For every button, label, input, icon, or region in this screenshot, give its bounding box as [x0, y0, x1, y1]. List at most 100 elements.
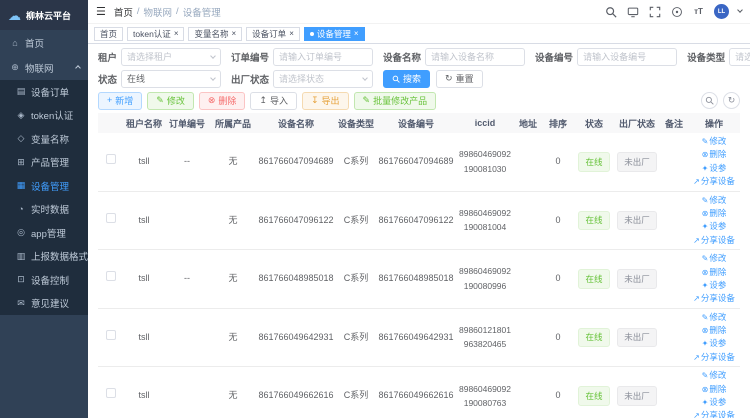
set-params-link[interactable]: ✦设参 — [690, 396, 738, 409]
row-checkbox[interactable] — [106, 213, 116, 223]
refresh-table-icon[interactable]: ↻ — [723, 92, 740, 109]
device-type-select-input[interactable] — [729, 48, 750, 66]
sidebar-submenu-item[interactable]: ▦ 设备管理 — [0, 174, 88, 198]
share-device-link[interactable]: ↗分享设备 — [690, 175, 738, 188]
tab[interactable]: 设备管理 × — [304, 27, 365, 41]
order-no-input[interactable] — [273, 48, 373, 66]
delete-row-link[interactable]: ⊗删除 — [690, 266, 738, 279]
toolbar-button[interactable]: ✎ 修改 — [147, 92, 194, 110]
cell-product: 无 — [210, 191, 256, 250]
sidebar-submenu-item[interactable]: ◈ token认证 — [0, 104, 88, 128]
tab-close-icon[interactable]: × — [232, 30, 237, 38]
device-table: 租户名称订单编号所属产品设备名称设备类型设备编号iccid地址排序状态出厂状态备… — [98, 113, 740, 418]
sidebar-submenu-item[interactable]: ⊡ 设备控制 — [0, 268, 88, 292]
logo[interactable]: ☁ 柳林云平台 — [0, 0, 88, 30]
submenu-item-label: 上报数据格式 — [31, 249, 88, 263]
device-no-input[interactable] — [577, 48, 677, 66]
table-row: tsll 无 861766047096122 C系列 8617660470961… — [98, 191, 740, 250]
filter-row-2: 状态 出厂状态 搜索 — [98, 69, 740, 88]
delete-row-link[interactable]: ⊗删除 — [690, 383, 738, 396]
status-select[interactable] — [121, 70, 221, 88]
cell-sort: 0 — [542, 250, 574, 309]
tab[interactable]: 设备订单 × — [246, 27, 300, 41]
device-type-select[interactable] — [729, 48, 750, 66]
tab[interactable]: 变量名称 × — [188, 27, 242, 41]
set-params-link[interactable]: ✦设参 — [690, 279, 738, 292]
search-icon — [392, 75, 400, 83]
edit-row-link[interactable]: ✎修改 — [690, 311, 738, 324]
cell-order-no — [164, 191, 210, 250]
reset-button[interactable]: ↻ 重置 — [436, 70, 483, 88]
device-name-input[interactable] — [425, 48, 525, 66]
fullscreen-icon[interactable] — [648, 5, 661, 18]
delete-row-link[interactable]: ⊗删除 — [690, 207, 738, 220]
sidebar-submenu-item[interactable]: ◔ 实时数据 — [0, 198, 88, 222]
hamburger-icon[interactable]: ☰ — [96, 5, 106, 18]
tab[interactable]: 首页 × — [94, 27, 123, 41]
breadcrumb-home[interactable]: 首页 — [114, 5, 133, 19]
tab-close-icon[interactable]: × — [174, 30, 179, 38]
set-params-link[interactable]: ✦设参 — [690, 337, 738, 350]
search-icon[interactable] — [604, 5, 617, 18]
factory-status-select-input[interactable] — [273, 70, 373, 88]
cell-device-type: C系列 — [336, 308, 376, 367]
submenu-item-label: 设备管理 — [31, 179, 69, 193]
tab-close-icon[interactable]: × — [289, 30, 294, 38]
share-device-link[interactable]: ↗分享设备 — [690, 351, 738, 364]
submenu-item-icon: ⊞ — [16, 157, 26, 168]
tenant-select-input[interactable] — [121, 48, 221, 66]
row-checkbox[interactable] — [106, 271, 116, 281]
share-icon: ↗ — [693, 411, 700, 418]
set-params-link[interactable]: ✦设参 — [690, 162, 738, 175]
monitor-icon[interactable] — [626, 5, 639, 18]
submenu-item-icon: ◔ — [16, 204, 26, 214]
breadcrumb: 首页 / 物联网 / 设备管理 — [114, 5, 221, 19]
chevron-down-icon[interactable] — [737, 7, 743, 13]
toolbar-button[interactable]: ↥ 导入 — [250, 92, 297, 110]
font-size-icon[interactable]: ᴛT — [692, 5, 705, 18]
share-device-link[interactable]: ↗分享设备 — [690, 234, 738, 247]
show-search-toggle-icon[interactable] — [701, 92, 718, 109]
submenu-item-label: 实时数据 — [31, 202, 69, 216]
edit-row-link[interactable]: ✎修改 — [690, 135, 738, 148]
row-checkbox[interactable] — [106, 388, 116, 398]
search-button[interactable]: 搜索 — [383, 70, 430, 88]
sidebar-submenu-item[interactable]: ◎ app管理 — [0, 221, 88, 245]
sidebar-submenu-item[interactable]: ▤ 设备订单 — [0, 80, 88, 104]
avatar[interactable]: LL — [714, 4, 729, 19]
factory-status-select[interactable] — [273, 70, 373, 88]
set-params-link[interactable]: ✦设参 — [690, 220, 738, 233]
sidebar-submenu-item[interactable]: ◇ 变量名称 — [0, 127, 88, 151]
sidebar-item-iot[interactable]: ⊕ 物联网 — [0, 55, 88, 80]
share-device-link[interactable]: ↗分享设备 — [690, 292, 738, 305]
toolbar-button[interactable]: ↧ 导出 — [302, 92, 349, 110]
edit-row-link[interactable]: ✎修改 — [690, 252, 738, 265]
toolbar-button-icon: + — [107, 96, 112, 105]
tenant-select[interactable] — [121, 48, 221, 66]
status-select-input[interactable] — [121, 70, 221, 88]
factory-status-badge: 未出厂 — [617, 211, 657, 230]
toolbar-button[interactable]: + 新增 — [98, 92, 142, 110]
tab[interactable]: token认证 × — [127, 27, 184, 41]
sidebar-submenu-item[interactable]: ⊞ 产品管理 — [0, 151, 88, 175]
column-header: 地址 — [514, 113, 542, 133]
tab-close-icon[interactable]: × — [354, 30, 359, 38]
edit-row-link[interactable]: ✎修改 — [690, 194, 738, 207]
column-header: 所属产品 — [210, 113, 256, 133]
sidebar-submenu-item[interactable]: ✉ 意见建议 — [0, 292, 88, 316]
toolbar-button[interactable]: ✎ 批量修改产品 — [354, 92, 437, 110]
delete-row-link[interactable]: ⊗删除 — [690, 324, 738, 337]
share-device-link[interactable]: ↗分享设备 — [690, 409, 738, 418]
edit-icon: ✎ — [702, 313, 709, 322]
row-checkbox[interactable] — [106, 154, 116, 164]
sidebar-submenu-item[interactable]: ▥ 上报数据格式 — [0, 245, 88, 269]
edit-row-link[interactable]: ✎修改 — [690, 369, 738, 382]
sidebar-item-home[interactable]: ⌂ 首页 — [0, 30, 88, 55]
param-icon: ✦ — [702, 398, 709, 407]
help-icon[interactable] — [670, 5, 683, 18]
delete-row-link[interactable]: ⊗删除 — [690, 148, 738, 161]
home-icon: ⌂ — [10, 38, 20, 48]
column-header: 状态 — [574, 113, 614, 133]
toolbar-button[interactable]: ⊗ 删除 — [199, 92, 246, 110]
row-checkbox[interactable] — [106, 330, 116, 340]
